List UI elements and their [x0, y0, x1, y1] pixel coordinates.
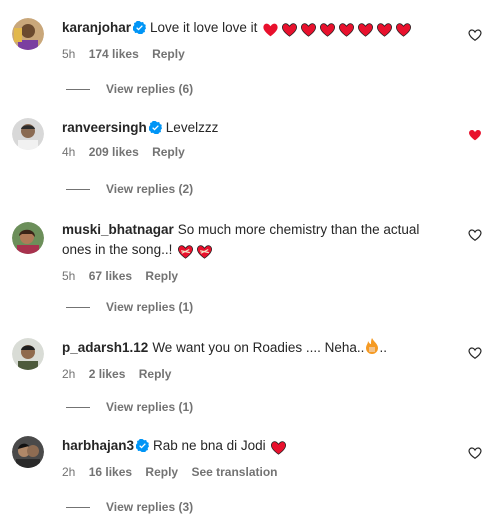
red-heart-icon — [377, 23, 393, 38]
red-heart-icon — [263, 24, 278, 37]
reply-button[interactable]: Reply — [145, 269, 178, 283]
reply-button[interactable]: Reply — [139, 367, 172, 381]
heart-emojis — [271, 438, 290, 458]
red-heart-icon — [358, 23, 374, 38]
likes-count[interactable]: 209 likes — [89, 145, 139, 159]
mending-heart-icon — [178, 245, 194, 260]
like-button[interactable] — [468, 128, 482, 142]
view-replies-button[interactable]: View replies (2) — [66, 182, 193, 196]
verified-badge-icon — [136, 439, 150, 452]
fire-hand-icon — [365, 338, 379, 360]
comment-text: Rab ne bna di Jodi — [153, 438, 266, 453]
mending-heart-icon — [197, 245, 213, 260]
username[interactable]: ranveersingh — [62, 120, 147, 135]
likes-count[interactable]: 2 likes — [89, 367, 126, 381]
comment-text: Levelzzz — [165, 120, 219, 135]
verified-badge-icon — [148, 121, 162, 134]
like-button[interactable] — [468, 346, 482, 360]
comment-time[interactable]: 2h — [62, 367, 75, 381]
reply-button[interactable]: Reply — [145, 465, 178, 479]
comment-time[interactable]: 4h — [62, 145, 75, 159]
heart-outline-icon — [468, 229, 482, 241]
username[interactable]: karanjohar — [62, 20, 131, 35]
replies-divider — [66, 88, 90, 90]
likes-count[interactable]: 174 likes — [89, 47, 139, 61]
username[interactable]: harbhajan3 — [62, 438, 134, 453]
replies-divider — [66, 188, 90, 190]
avatar[interactable] — [12, 338, 44, 370]
red-heart-icon — [282, 23, 298, 38]
like-button[interactable] — [468, 446, 482, 460]
view-replies-button[interactable]: View replies (3) — [66, 500, 193, 514]
username[interactable]: p_adarsh1.12 — [62, 340, 148, 355]
likes-count[interactable]: 16 likes — [89, 465, 132, 479]
heart-outline-icon — [468, 29, 482, 41]
view-replies-label: View replies (6) — [106, 82, 194, 96]
heart-emojis — [263, 20, 415, 40]
comment-time[interactable]: 5h — [62, 47, 75, 61]
heart-filled-icon — [469, 130, 481, 141]
replies-divider — [66, 406, 90, 408]
avatar[interactable] — [12, 222, 44, 254]
red-heart-icon — [301, 23, 317, 38]
avatar[interactable] — [12, 118, 44, 150]
view-replies-button[interactable]: View replies (6) — [66, 82, 193, 96]
reply-button[interactable]: Reply — [152, 145, 185, 159]
username[interactable]: muski_bhatnagar — [62, 222, 174, 237]
replies-divider — [66, 506, 90, 508]
like-button[interactable] — [468, 228, 482, 242]
comment-time[interactable]: 2h — [62, 465, 75, 479]
red-heart-icon — [396, 23, 412, 38]
replies-divider — [66, 306, 90, 308]
likes-count[interactable]: 67 likes — [89, 269, 132, 283]
red-heart-icon — [339, 23, 355, 38]
see-translation-button[interactable]: See translation — [191, 465, 277, 479]
view-replies-label: View replies (1) — [106, 300, 194, 314]
avatar[interactable] — [12, 436, 44, 468]
like-button[interactable] — [468, 28, 482, 42]
heart-emojis — [178, 242, 216, 262]
comment-text: Love it love love it — [150, 20, 258, 35]
view-replies-button[interactable]: View replies (1) — [66, 300, 193, 314]
comment-ellipsis: .. — [379, 340, 387, 355]
heart-outline-icon — [468, 447, 482, 459]
comment-time[interactable]: 5h — [62, 269, 75, 283]
red-heart-icon — [320, 23, 336, 38]
reply-button[interactable]: Reply — [152, 47, 185, 61]
avatar[interactable] — [12, 18, 44, 50]
comment-text: We want you on Roadies .... Neha.. — [152, 340, 365, 355]
heart-outline-icon — [468, 347, 482, 359]
view-replies-label: View replies (3) — [106, 500, 194, 514]
verified-badge-icon — [133, 21, 147, 34]
red-heart-icon — [271, 441, 287, 456]
view-replies-button[interactable]: View replies (1) — [66, 400, 193, 414]
view-replies-label: View replies (1) — [106, 400, 194, 414]
view-replies-label: View replies (2) — [106, 182, 194, 196]
